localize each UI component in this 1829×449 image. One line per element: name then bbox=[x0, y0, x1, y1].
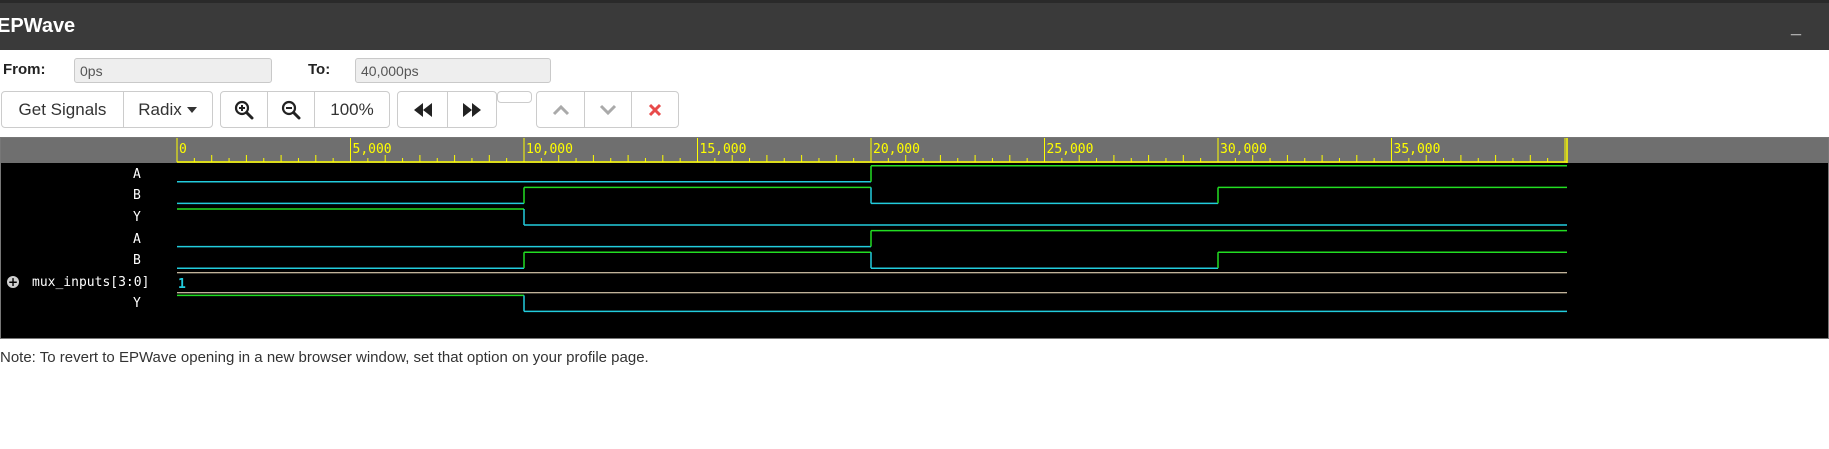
close-icon bbox=[648, 103, 662, 116]
ruler-tick-label: 30,000 bbox=[1220, 142, 1267, 157]
remove-signal-button[interactable] bbox=[632, 92, 678, 127]
expand-plus-icon[interactable]: + bbox=[7, 275, 19, 288]
get-signals-button[interactable]: Get Signals bbox=[2, 92, 124, 127]
caret-down-icon bbox=[186, 106, 197, 113]
signal-name[interactable]: B bbox=[133, 188, 141, 203]
blank-button[interactable] bbox=[497, 91, 532, 103]
bus-signal-name[interactable]: mux_inputs[3:0] bbox=[32, 275, 149, 290]
zoom-level-button[interactable]: 100% bbox=[315, 92, 389, 127]
bus-value: 1 bbox=[178, 277, 186, 292]
chevron-down-icon bbox=[599, 104, 617, 115]
from-input[interactable] bbox=[74, 58, 272, 83]
move-up-button[interactable] bbox=[537, 92, 585, 127]
zoom-level: 100% bbox=[330, 99, 374, 119]
minimize-button[interactable]: _ bbox=[1791, 17, 1801, 38]
double-right-arrow-icon bbox=[463, 102, 481, 117]
window-title: EPWave bbox=[0, 15, 76, 37]
signals-button-group: Get Signals Radix bbox=[1, 91, 213, 128]
zoom-in-button[interactable] bbox=[221, 92, 268, 127]
prev-transition-button[interactable] bbox=[398, 92, 448, 127]
window-title-bar: EPWave _ bbox=[0, 0, 1829, 50]
zoom-out-icon bbox=[281, 100, 301, 119]
double-left-arrow-icon bbox=[413, 102, 432, 117]
zoom-in-icon bbox=[234, 100, 254, 119]
ruler-tick-label: 0 bbox=[179, 142, 187, 157]
ruler-tick-label: 20,000 bbox=[873, 142, 920, 157]
move-down-button[interactable] bbox=[585, 92, 632, 127]
waveform-canvas: 0 5,000 10,000 15,000 20,000 25,000 30,000 35,0… bbox=[176, 138, 1568, 313]
signal-name[interactable]: B bbox=[133, 253, 141, 268]
get-signals-label: Get Signals bbox=[18, 99, 107, 119]
signal-name[interactable]: Y bbox=[133, 210, 141, 225]
signal-name[interactable]: A bbox=[133, 232, 141, 247]
profile-note: Note: To revert to EPWave opening in a n… bbox=[0, 349, 649, 366]
waveform-viewer[interactable]: 0 5,000 10,000 15,000 20,000 25,000 30,000 35,0… bbox=[0, 137, 1829, 339]
signal-order-button-group bbox=[536, 91, 679, 128]
zoom-out-button[interactable] bbox=[268, 92, 315, 127]
ruler-tick-label: 5,000 bbox=[353, 142, 392, 157]
radix-dropdown[interactable]: Radix bbox=[124, 92, 212, 127]
to-input[interactable] bbox=[355, 58, 551, 83]
signal-name[interactable]: Y bbox=[133, 296, 141, 311]
from-label: From: bbox=[3, 61, 46, 78]
signal-name[interactable]: A bbox=[133, 167, 141, 182]
ruler-tick-label: 25,000 bbox=[1047, 142, 1094, 157]
ruler-tick-label: 35,000 bbox=[1394, 142, 1441, 157]
next-transition-button[interactable] bbox=[448, 92, 496, 127]
zoom-button-group: 100% bbox=[220, 91, 390, 128]
to-label: To: bbox=[308, 61, 331, 78]
ruler-tick-label: 10,000 bbox=[526, 142, 573, 157]
radix-label: Radix bbox=[138, 99, 182, 119]
chevron-up-icon bbox=[552, 104, 569, 115]
transition-button-group bbox=[397, 91, 497, 128]
ruler-tick-label: 15,000 bbox=[700, 142, 747, 157]
